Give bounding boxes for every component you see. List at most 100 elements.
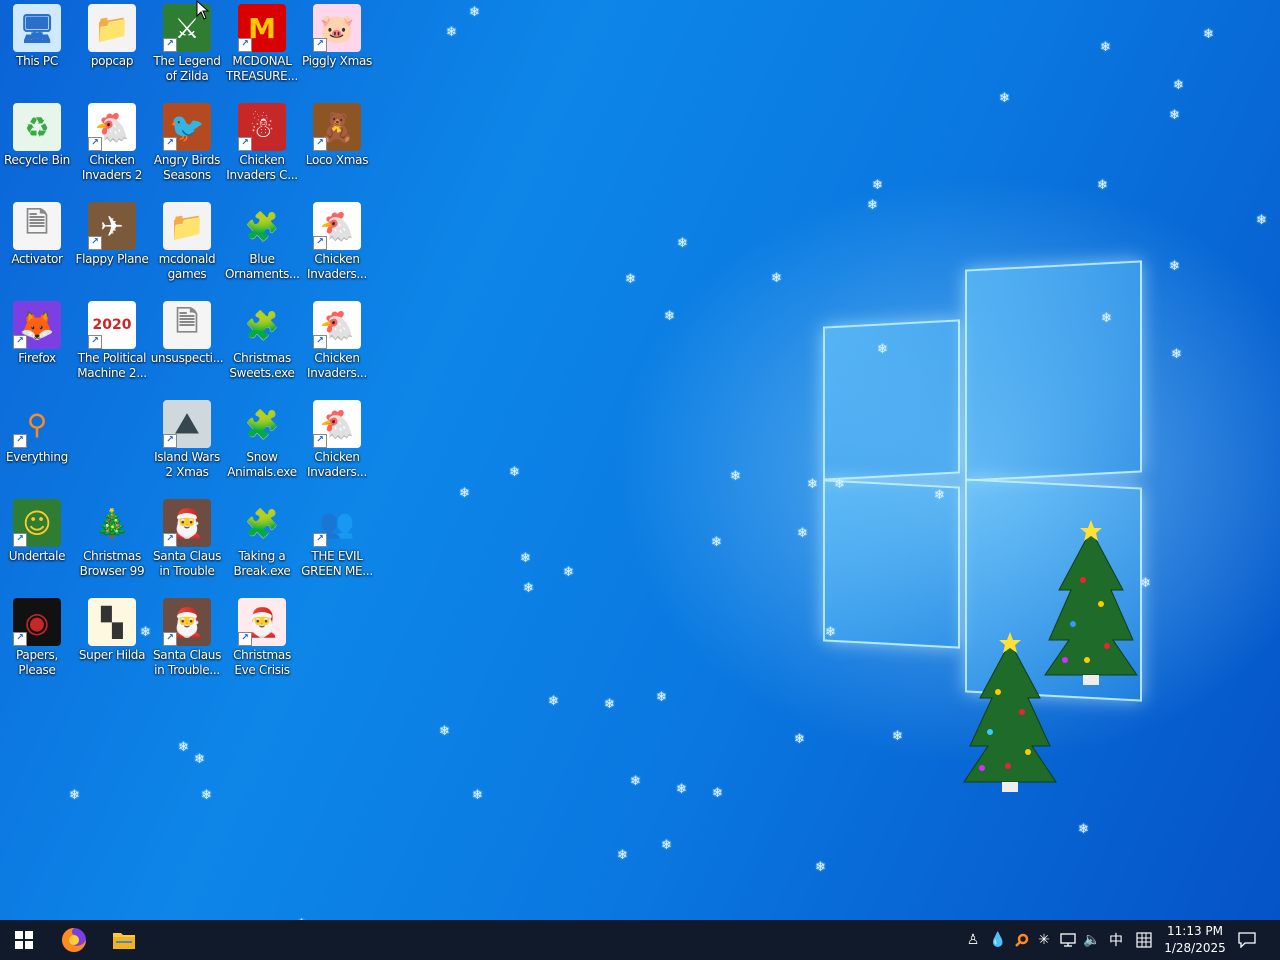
desktop-icon-label: popcap	[90, 54, 134, 68]
desktop-icon-label: Activator	[11, 252, 63, 266]
snowflake-icon: ❄	[604, 697, 615, 712]
firefox-icon: 🦊 ↗	[13, 301, 61, 349]
desktop-icon-flappy-plane[interactable]: ✈ ↗ Flappy Plane	[75, 198, 149, 292]
desktop-icon-label: Blue Ornaments...	[225, 252, 300, 281]
snowflake-icon: ❄	[677, 236, 688, 251]
snowflake-icon: ❄	[563, 565, 574, 580]
desktop-icon-label: Undertale	[8, 549, 66, 563]
taskbar-firefox[interactable]	[50, 920, 98, 960]
desktop-icon-label: Chicken Invaders...	[307, 252, 367, 281]
election-icon: 2020 ↗	[88, 301, 136, 349]
xmas-tree-icon: 🎄	[94, 506, 130, 540]
desktop-icon-popcap[interactable]: 📁 popcap	[75, 0, 149, 94]
tray-network-icon[interactable]	[1058, 930, 1078, 950]
desktop-icon-super-hilda[interactable]: ▚ Super Hilda	[75, 594, 149, 688]
shortcut-arrow-icon: ↗	[313, 335, 327, 349]
desktop-icon-label: Christmas Eve Crisis	[233, 648, 291, 677]
desktop-icon-label: This PC	[16, 54, 58, 68]
desktop-icon-label: THE EVIL GREEN ME...	[301, 549, 373, 578]
file-icon: 🗎	[13, 202, 61, 250]
shortcut-arrow-icon: ↗	[13, 533, 27, 547]
start-button[interactable]	[0, 920, 48, 960]
desktop-icon-blue-ornaments[interactable]: 🧩 Blue Ornaments...	[225, 198, 300, 292]
desktop-icon-piggly-xmas[interactable]: 🐷 ↗ Piggly Xmas	[300, 0, 374, 94]
notification-center-icon[interactable]	[1237, 930, 1257, 950]
desktop-icon-label: Firefox	[18, 351, 56, 365]
tray-ime-indicator[interactable]: 中	[1106, 930, 1126, 950]
tray-everything-icon[interactable]	[1012, 930, 1032, 950]
shortcut-arrow-icon: ↗	[163, 137, 177, 151]
desktop-icon-angry-birds-seasons[interactable]: 🐦 ↗ Angry Birds Seasons	[150, 99, 224, 193]
shortcut-arrow-icon: ↗	[313, 236, 327, 250]
desktop-icon-chicken-invaders[interactable]: 🐔 ↗ Chicken Invaders...	[300, 198, 374, 292]
desktop-icon-the-legend-of-zilda[interactable]: ⚔ ↗ The Legend of Zilda	[150, 0, 224, 94]
shortcut-arrow-icon: ↗	[88, 137, 102, 151]
tray-volume-icon[interactable]: 🔈	[1082, 930, 1102, 950]
file-icon: 🗎	[163, 301, 211, 349]
snowflake-icon: ❄	[523, 581, 534, 596]
desktop-icon-loco-xmas[interactable]: 🧸 ↗ Loco Xmas	[300, 99, 374, 193]
desktop-icon-christmas-browser-99[interactable]: 🎄 Christmas Browser 99	[75, 495, 149, 589]
snowflake-icon: ❄	[712, 786, 723, 801]
desktop-icon-this-pc[interactable]: 🖥 This PC	[0, 0, 74, 94]
desktop-icon-recycle-bin[interactable]: ♻ Recycle Bin	[0, 99, 74, 193]
desktop-icon-label: Chicken Invaders C...	[226, 153, 298, 182]
snowflake-icon: ❄	[872, 178, 883, 193]
bear-icon: 🧸 ↗	[313, 103, 361, 151]
desktop-icon-undertale[interactable]: ☺ ↗ Undertale	[0, 495, 74, 589]
desktop-icon-christmas-sweets-exe[interactable]: 🧩 Christmas Sweets.exe	[225, 297, 299, 391]
snowflake-icon: ❄	[794, 732, 805, 747]
snowflake-icon: ❄	[656, 690, 667, 705]
shortcut-arrow-icon: ↗	[313, 137, 327, 151]
tray-droplet-icon[interactable]: 💧	[988, 930, 1008, 950]
desktop-icon-unsuspecti[interactable]: 🗎 unsuspecti...	[150, 297, 224, 391]
desktop-icon-chicken-invaders[interactable]: 🐔 ↗ Chicken Invaders...	[300, 297, 374, 391]
desktop-icon-label: Angry Birds Seasons	[153, 153, 221, 182]
snowflake-icon: ❄	[509, 465, 520, 480]
desktop-icon-chicken-invaders-2[interactable]: 🐔 ↗ Chicken Invaders 2	[75, 99, 149, 193]
desktop-icon-papers-please[interactable]: ◉ ↗ Papers, Please	[0, 594, 74, 688]
desktop-background[interactable]: 🖥 This PC 📁 popcap ⚔ ↗ The Legend of Zilda M ↗ MC…	[0, 0, 1280, 920]
desktop-icon-mcdonald-games[interactable]: 📁 mcdonald games	[150, 198, 224, 292]
windows-logo-icon	[15, 931, 33, 949]
desktop-icon-chicken-invaders-c[interactable]: ☃ ↗ Chicken Invaders C...	[225, 99, 299, 193]
desktop-icon-taking-a-break-exe[interactable]: 🧩 Taking a Break.exe	[225, 495, 299, 589]
folder-icon	[113, 933, 135, 949]
desktop-icon-label: Taking a Break.exe	[233, 549, 291, 578]
desktop-icon-mcdonal-treasure[interactable]: M ↗ MCDONAL TREASURE...	[225, 0, 299, 94]
tray-bluetooth-icon[interactable]: ✳	[1034, 930, 1054, 950]
desktop-icon-island-wars-2-xmas[interactable]: ⛰ ↗ Island Wars 2 Xmas	[150, 396, 224, 490]
desktop-icon-santa-claus-in-trouble[interactable]: 🎅 ↗ Santa Claus in Trouble	[150, 495, 224, 589]
desktop-icon-santa-claus-in-trouble[interactable]: 🎅 ↗ Santa Claus in Trouble...	[150, 594, 224, 688]
desktop-icon-chicken-invaders[interactable]: 🐔 ↗ Chicken Invaders...	[300, 396, 374, 490]
desktop-icon-christmas-eve-crisis[interactable]: 🎅 ↗ Christmas Eve Crisis	[225, 594, 299, 688]
desktop-icon-label: Recycle Bin	[4, 153, 70, 167]
snowflake-icon: ❄	[834, 477, 845, 492]
desktop-icon-activator[interactable]: 🗎 Activator	[0, 198, 74, 292]
taskbar: ♙ 💧 ✳ 🔈 中 11:13 PM 1/28/2025	[0, 920, 1280, 960]
taskbar-clock[interactable]: 11:13 PM 1/28/2025	[1160, 923, 1230, 957]
snowflake-icon: ❄	[625, 272, 636, 287]
tray-keyboard-icon[interactable]	[1134, 930, 1154, 950]
desktop-icon-everything[interactable]: ⚲ ↗ Everything	[0, 396, 74, 490]
shortcut-arrow-icon: ↗	[13, 335, 27, 349]
taskbar-file-explorer[interactable]	[100, 920, 148, 960]
shortcut-arrow-icon: ↗	[163, 632, 177, 646]
desktop-icon-the-political-machine-2[interactable]: 2020 ↗ The Political Machine 2...	[75, 297, 149, 391]
chicken-icon: 🐔 ↗	[313, 202, 361, 250]
desktop-icon-snow-animals-exe[interactable]: 🧩 Snow Animals.exe	[225, 396, 299, 490]
snowflake-icon: ❄	[1169, 259, 1180, 274]
folder-icon: 📁	[163, 202, 211, 250]
snowflake-icon: ❄	[771, 271, 782, 286]
desktop-icon-the-evil-green-me[interactable]: 👥 ↗ THE EVIL GREEN ME...	[300, 495, 374, 589]
desktop-icon-label: Christmas Browser 99	[79, 549, 145, 578]
desktop-icon-firefox[interactable]: 🦊 ↗ Firefox	[0, 297, 74, 391]
tray-people-icon[interactable]: ♙	[963, 930, 983, 950]
shortcut-arrow-icon: ↗	[238, 137, 252, 151]
snowflake-icon: ❄	[1169, 108, 1180, 123]
shortcut-arrow-icon: ↗	[163, 434, 177, 448]
desktop-icon-label: Christmas Sweets.exe	[229, 351, 295, 380]
snowflake-icon: ❄	[201, 788, 212, 803]
christmas-tree-icon[interactable]	[962, 632, 1058, 796]
snowflake-icon: ❄	[661, 838, 672, 853]
